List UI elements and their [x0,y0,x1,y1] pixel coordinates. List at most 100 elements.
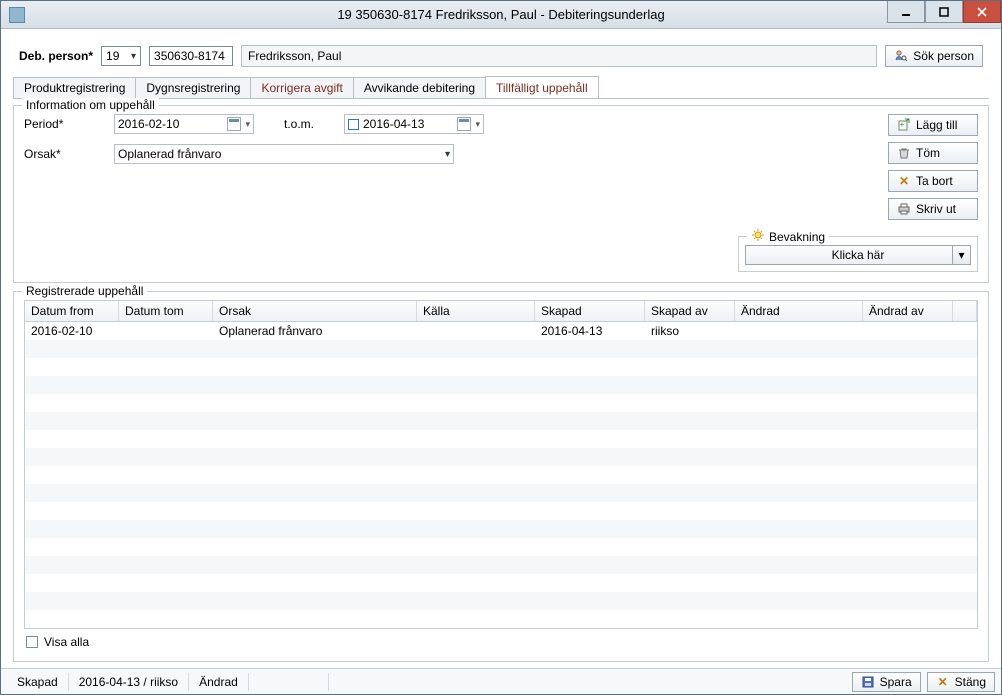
period-label: Period* [24,117,104,131]
table-body: 2016-02-10 Oplanerad frånvaro 2016-04-13… [25,322,977,628]
information-legend: Information om uppehåll [22,98,159,112]
tab-avvikande-debitering[interactable]: Avvikande debitering [353,77,486,98]
save-icon [861,675,875,689]
tab-tillfalligt-uppehall[interactable]: Tillfälligt uppehåll [485,76,599,98]
close-icon: ✕ [936,675,950,689]
tom-label: t.o.m. [264,117,334,131]
person-label: Deb. person* [19,49,93,63]
window-controls [887,1,1001,29]
close-button[interactable]: ✕ Stäng [927,672,995,692]
add-label: Lägg till [916,118,957,132]
clear-button[interactable]: Töm [888,142,978,164]
period-from-value: 2016-02-10 [118,117,179,131]
maximize-button[interactable] [925,1,963,23]
calendar-icon [227,117,241,131]
search-person-icon [894,49,908,63]
tab-produktregistrering[interactable]: Produktregistrering [13,77,136,98]
cell-skapad-av: riikso [645,322,735,340]
close-window-button[interactable] [963,1,1001,23]
information-fieldset: Information om uppehåll Period* 2016-02-… [13,105,989,283]
action-column: + Lägg till Töm ✕ Ta bort [888,114,978,220]
period-to-input[interactable]: 2016-04-13 ▾ [344,114,484,134]
svg-text:+: + [900,120,905,129]
period-from-input[interactable]: 2016-02-10 ▾ [114,114,254,134]
app-window: 19 350630-8174 Fredriksson, Paul - Debit… [0,0,1002,695]
show-all-row: Visa alla [24,629,978,651]
show-all-checkbox[interactable] [26,636,38,648]
cell-skapad: 2016-04-13 [535,322,645,340]
chevron-down-icon: ▾ [952,246,970,264]
save-button[interactable]: Spara [852,672,921,692]
print-label: Skriv ut [916,202,956,216]
cell-andrad-av [863,322,953,340]
tab-korrigera-avgift[interactable]: Korrigera avgift [250,77,353,98]
registered-fieldset: Registrerade uppehåll Datum from Datum t… [13,291,989,662]
add-button[interactable]: + Lägg till [888,114,978,136]
col-orsak[interactable]: Orsak [213,301,417,321]
calendar-icon [457,117,471,131]
col-kalla[interactable]: Källa [417,301,535,321]
chevron-down-icon: ▾ [245,119,250,130]
trash-icon [897,146,911,160]
bevakning-fieldset: Bevakning Klicka här ▾ [738,236,978,272]
save-label: Spara [880,675,912,689]
status-changed-value [249,673,329,691]
col-spacer [953,301,977,321]
status-created-value: 2016-04-13 / riikso [69,673,189,691]
century-select[interactable]: 19 ▾ [101,46,141,66]
person-bar: Deb. person* 19 ▾ Sök person [13,39,989,77]
uppehall-table: Datum from Datum tom Orsak Källa Skapad … [24,300,978,629]
cell-datum-tom [119,322,213,340]
status-bar: Skapad 2016-04-13 / riikso Ändrad Spara … [1,668,1001,694]
add-icon: + [897,118,911,132]
orsak-label: Orsak* [24,147,104,161]
cell-kalla [417,322,535,340]
chevron-down-icon: ▾ [131,51,136,62]
search-person-button[interactable]: Sök person [885,45,983,67]
table-header: Datum from Datum tom Orsak Källa Skapad … [25,301,977,322]
col-andrad[interactable]: Ändrad [735,301,863,321]
orsak-select[interactable]: Oplanerad frånvaro ▾ [114,144,454,164]
app-icon [9,7,25,23]
bevakning-dropdown[interactable]: Klicka här ▾ [745,245,971,265]
col-datum-from[interactable]: Datum from [25,301,119,321]
registered-legend: Registrerade uppehåll [22,284,147,298]
status-created-label: Skapad [7,673,69,691]
clear-label: Töm [916,146,940,160]
col-skapad[interactable]: Skapad [535,301,645,321]
period-to-checkbox[interactable] [348,119,359,130]
col-andrad-av[interactable]: Ändrad av [863,301,953,321]
minimize-button[interactable] [887,1,925,23]
personal-number-input[interactable] [149,46,233,66]
cell-datum-from: 2016-02-10 [25,322,119,340]
period-to-value: 2016-04-13 [363,117,424,131]
table-row[interactable]: 2016-02-10 Oplanerad frånvaro 2016-04-13… [25,322,977,340]
century-value: 19 [106,49,119,63]
print-button[interactable]: Skriv ut [888,198,978,220]
delete-icon: ✕ [897,174,911,188]
chevron-down-icon: ▾ [475,119,480,130]
window-title: 19 350630-8174 Fredriksson, Paul - Debit… [337,7,664,22]
titlebar: 19 350630-8174 Fredriksson, Paul - Debit… [1,1,1001,29]
close-label: Stäng [955,675,986,689]
tab-dygnsregistrering[interactable]: Dygnsregistrering [135,77,251,98]
print-icon [897,202,911,216]
col-skapad-av[interactable]: Skapad av [645,301,735,321]
bevakning-value: Klicka här [832,248,885,262]
status-changed-label: Ändrad [189,673,249,691]
content-area: Deb. person* 19 ▾ Sök person [1,29,1001,668]
person-name-input[interactable] [241,45,877,67]
col-datum-tom[interactable]: Datum tom [119,301,213,321]
orsak-value: Oplanerad frånvaro [118,147,221,161]
lightbulb-icon [751,228,765,245]
delete-label: Ta bort [916,174,953,188]
cell-andrad [735,322,863,340]
cell-orsak: Oplanerad frånvaro [213,322,417,340]
tab-strip: Produktregistrering Dygnsregistrering Ko… [13,77,989,99]
bevakning-legend-text: Bevakning [769,230,825,244]
show-all-label: Visa alla [44,635,89,649]
bevakning-legend: Bevakning [747,228,829,245]
search-person-label: Sök person [913,49,974,63]
delete-button[interactable]: ✕ Ta bort [888,170,978,192]
chevron-down-icon: ▾ [445,149,450,160]
